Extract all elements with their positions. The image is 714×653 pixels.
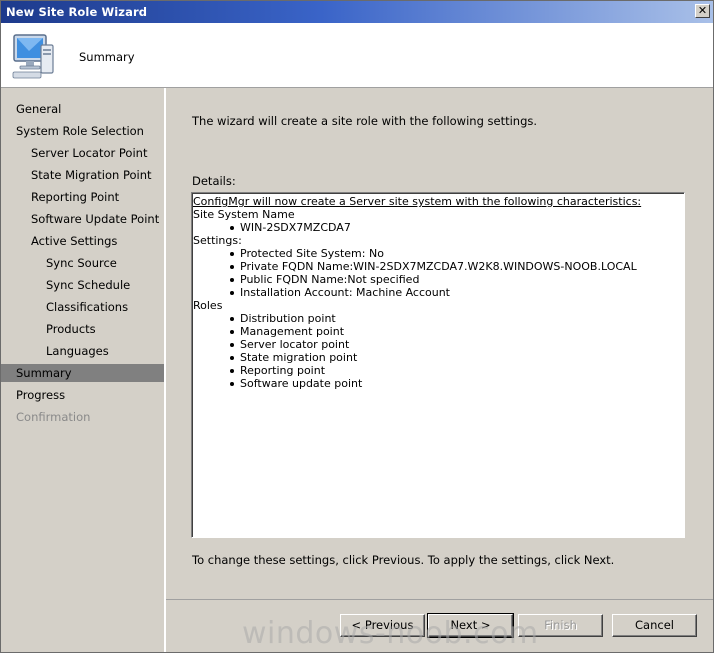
nav-item-server-locator-point[interactable]: Server Locator Point [1, 144, 164, 162]
nav-item-state-migration-point[interactable]: State Migration Point [1, 166, 164, 184]
nav-item-products[interactable]: Products [1, 320, 164, 338]
window-title: New Site Role Wizard [6, 5, 148, 19]
instructions-text: To change these settings, click Previous… [192, 553, 615, 567]
settings-list: Protected Site System: No Private FQDN N… [193, 247, 684, 299]
intro-text: The wizard will create a site role with … [192, 114, 538, 128]
wizard-steps-nav: General System Role Selection Server Loc… [1, 88, 166, 652]
settings-label: Settings: [193, 234, 242, 247]
nav-item-sync-source[interactable]: Sync Source [1, 254, 164, 272]
nav-item-confirmation: Confirmation [16, 410, 91, 424]
button-bar: < Previous Next > Finish Cancel [166, 599, 713, 652]
list-item: Management point [230, 325, 684, 338]
list-item: Installation Account: Machine Account [230, 286, 684, 299]
details-label: Details: [192, 174, 236, 188]
finish-button: Finish [518, 614, 603, 637]
nav-item-system-role-selection[interactable]: System Role Selection [1, 122, 164, 140]
nav-item-progress: Progress [16, 388, 66, 402]
list-item: Server locator point [230, 338, 684, 351]
list-item: Protected Site System: No [230, 247, 684, 260]
nav-item-languages[interactable]: Languages [1, 342, 164, 360]
cancel-button[interactable]: Cancel [612, 614, 697, 637]
nav-item-classifications[interactable]: Classifications [1, 298, 164, 316]
roles-list: Distribution point Management point Serv… [193, 312, 684, 390]
next-button[interactable]: Next > [427, 613, 514, 638]
wizard-header: Summary [1, 23, 713, 88]
nav-item-general[interactable]: General [1, 100, 164, 118]
site-system-name-label: Site System Name [193, 208, 295, 221]
list-item: Public FQDN Name:Not specified [230, 273, 684, 286]
nav-item-software-update-point[interactable]: Software Update Point [1, 210, 164, 228]
details-heading: ConfigMgr will now create a Server site … [193, 195, 642, 208]
nav-item-sync-schedule[interactable]: Sync Schedule [1, 276, 164, 294]
list-item: Distribution point [230, 312, 684, 325]
list-item: Reporting point [230, 364, 684, 377]
summary-content: The wizard will create a site role with … [166, 88, 713, 599]
nav-item-reporting-point[interactable]: Reporting Point [1, 188, 164, 206]
list-item: WIN-2SDX7MZCDA7 [230, 221, 684, 234]
roles-label: Roles [193, 299, 223, 312]
list-item: Software update point [230, 377, 684, 390]
list-item: Private FQDN Name:WIN-2SDX7MZCDA7.W2K8.W… [230, 260, 684, 273]
computer-monitor-icon [12, 34, 54, 79]
close-button[interactable]: ✕ [695, 4, 710, 18]
nav-item-active-settings[interactable]: Active Settings [1, 232, 164, 250]
details-textbox[interactable]: ConfigMgr will now create a Server site … [191, 192, 685, 538]
nav-item-summary[interactable]: Summary [1, 364, 164, 382]
page-title: Summary [79, 50, 135, 64]
previous-button[interactable]: < Previous [340, 614, 425, 637]
list-item: State migration point [230, 351, 684, 364]
title-bar[interactable]: New Site Role Wizard ✕ [1, 1, 713, 23]
wizard-window: New Site Role Wizard ✕ Summary General S… [0, 0, 714, 653]
site-system-name-list: WIN-2SDX7MZCDA7 [193, 221, 684, 234]
